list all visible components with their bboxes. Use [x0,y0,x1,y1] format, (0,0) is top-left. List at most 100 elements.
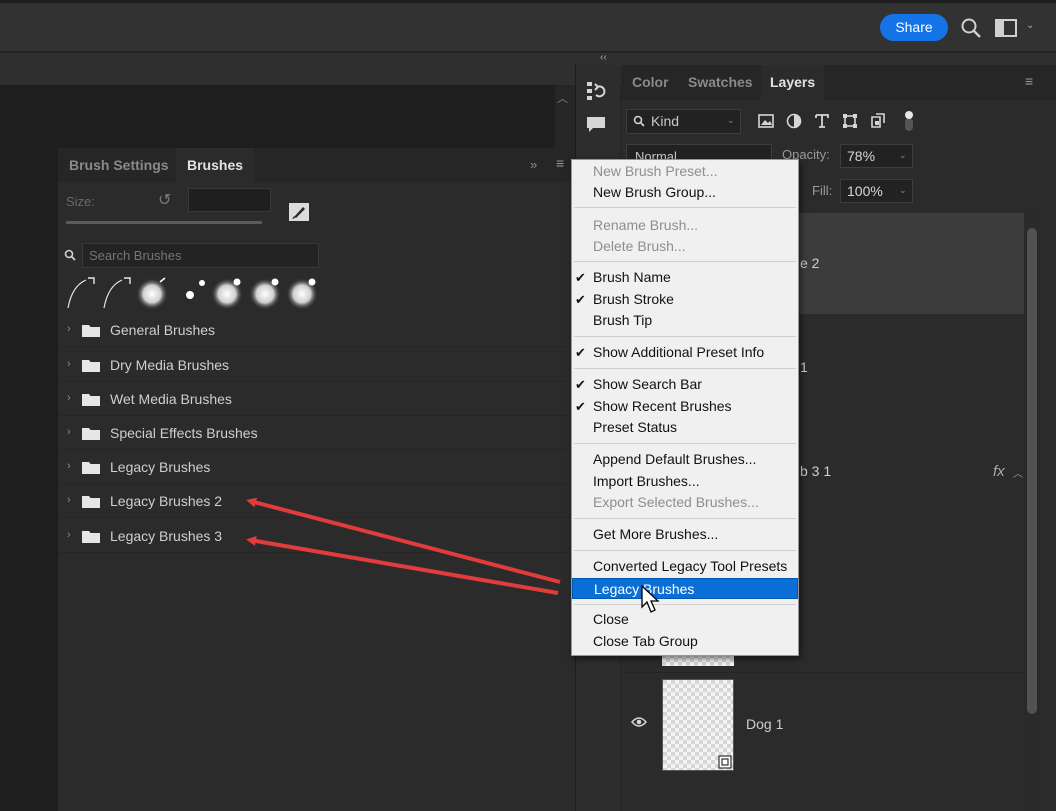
shape-filter-icon[interactable] [841,112,859,130]
recent-brush-soft[interactable] [285,276,319,310]
layer-name: e 2 [800,255,820,271]
folder-icon [82,462,100,474]
layer-divider [621,672,1024,673]
menu-item[interactable]: Preset Status [572,417,798,438]
menu-item[interactable]: ✔ Show Recent Brushes [572,396,798,417]
recent-brush-soft[interactable] [248,276,282,310]
menu-item-label: Show Additional Preset Info [593,344,765,360]
menu-item[interactable]: ✔ Show Additional Preset Info [572,342,798,363]
checkmark-icon: ✔ [575,377,586,392]
search-icon[interactable] [960,17,982,39]
menu-item[interactable]: ✔ Show Search Bar [572,374,798,395]
menu-item-label: Rename Brush... [593,217,699,233]
checkmark-icon: ✔ [575,399,586,414]
smart-object-filter-icon[interactable] [869,112,887,130]
chevron-up-icon[interactable]: ︿ [1013,465,1023,480]
type-filter-icon[interactable] [813,112,831,130]
menu-item-label: Show Recent Brushes [593,398,732,414]
menu-item[interactable]: Brush Tip [572,310,798,331]
menu-separator [574,550,796,551]
collapse-panels-icon[interactable]: ‹‹ [600,52,607,63]
collapse-panel-icon[interactable]: » [530,157,537,172]
eye-icon[interactable] [631,716,647,728]
menu-item[interactable]: Close [572,609,798,630]
chevron-right-icon[interactable]: › [67,529,71,541]
size-label: Size: [66,194,95,209]
menu-item-label: Append Default Brushes... [593,451,757,467]
menu-separator [574,207,796,208]
layer-effects-badge[interactable]: fx [993,463,1005,480]
recent-brush-soft[interactable] [135,276,169,310]
tab-brush-settings[interactable]: Brush Settings [58,148,180,182]
workspace-icon[interactable] [995,19,1017,37]
tab-color[interactable]: Color [623,65,678,100]
menu-item[interactable]: New Brush Preset... [572,161,798,182]
menu-item[interactable]: Close Tab Group [572,631,798,652]
menu-item[interactable]: Append Default Brushes... [572,449,798,470]
recent-brush-stroke[interactable] [64,276,98,310]
size-slider[interactable] [66,221,262,224]
size-field[interactable] [188,188,271,212]
menu-item-label: Converted Legacy Tool Presets [593,558,788,574]
comment-icon[interactable] [586,116,606,134]
tab-swatches[interactable]: Swatches [679,65,762,100]
menu-item-label: Brush Stroke [593,291,674,307]
chevron-right-icon[interactable]: › [67,358,71,370]
brush-folder-row[interactable]: › Legacy Brushes 2 [58,484,575,518]
layer-name: b 3 1 [800,463,832,479]
adjustment-filter-icon[interactable] [785,112,803,130]
folder-icon [82,496,100,508]
menu-item[interactable]: Delete Brush... [572,236,798,257]
menu-item[interactable]: Export Selected Brushes... [572,492,798,513]
chevron-right-icon[interactable]: › [67,494,71,506]
reset-icon[interactable]: ↺ [158,190,171,210]
chevron-down-icon[interactable]: ⌄ [727,115,735,126]
menu-item-label: New Brush Group... [593,184,716,200]
menu-item[interactable]: Rename Brush... [572,215,798,236]
brush-folder-row[interactable]: › General Brushes [58,313,575,347]
menu-item[interactable]: ✔ Brush Stroke [572,289,798,310]
menu-item[interactable]: Converted Legacy Tool Presets [572,556,798,577]
brush-folder-row[interactable]: › Special Effects Brushes [58,416,575,450]
chevron-right-icon[interactable]: › [67,323,71,335]
panel-menu-icon[interactable]: ≡ [1025,73,1033,89]
recent-brush-hard[interactable] [176,276,210,310]
folder-icon [82,394,100,406]
new-brush-icon[interactable] [288,202,310,222]
chevron-down-icon[interactable]: ⌄ [1026,20,1034,31]
menu-item[interactable]: New Brush Group... [572,182,798,203]
menu-item-label: Import Brushes... [593,473,700,489]
panel-menu-icon[interactable]: ≡ [556,155,564,171]
recent-brush-soft[interactable] [210,276,244,310]
layer-name: 1 [800,359,808,375]
menu-item[interactable]: Import Brushes... [572,471,798,492]
menu-item[interactable]: Get More Brushes... [572,524,798,545]
menu-item[interactable]: ✔ Brush Name [572,267,798,288]
menu-separator [574,368,796,369]
pixel-filter-icon[interactable] [757,112,775,130]
chevron-right-icon[interactable]: › [67,392,71,404]
share-button[interactable]: Share [880,14,948,41]
history-icon[interactable] [585,80,607,102]
brush-folder-row[interactable]: › Dry Media Brushes [58,348,575,382]
filter-toggle-icon[interactable] [904,110,914,132]
menu-item-highlighted[interactable]: Legacy Brushes [572,578,798,599]
brush-folder-label: Legacy Brushes 2 [110,493,223,509]
chevron-up-icon[interactable]: ︿ [557,90,568,106]
menu-separator [574,443,796,444]
recent-brush-stroke[interactable] [100,276,134,310]
chevron-right-icon[interactable]: › [67,426,71,438]
layers-scroll-thumb[interactable] [1027,228,1037,714]
chevron-down-icon[interactable]: ⌄ [899,150,907,161]
menu-separator [574,604,796,605]
search-brushes-input[interactable] [82,243,319,268]
chevron-right-icon[interactable]: › [67,460,71,472]
tab-layers[interactable]: Layers [761,65,825,100]
tab-brushes[interactable]: Brushes [176,148,255,182]
chevron-down-icon[interactable]: ⌄ [899,185,907,196]
brush-folder-row[interactable]: › Legacy Brushes [58,450,575,484]
brush-folder-row[interactable]: › Wet Media Brushes [58,382,575,416]
folder-icon [82,325,100,337]
brush-folder-row[interactable]: › Legacy Brushes 3 [58,519,575,553]
brush-folder-label: Legacy Brushes [110,459,211,475]
